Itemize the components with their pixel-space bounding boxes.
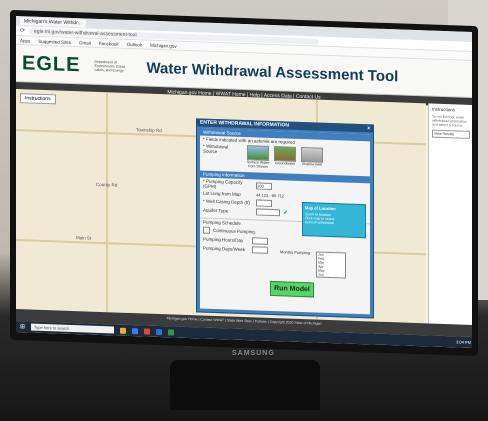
months-label: Months Pumping [280, 249, 311, 256]
edge-icon[interactable] [132, 327, 139, 334]
days-label: Pumping Days/Week [203, 245, 245, 253]
side-text: To run the tool, enter withdrawal inform… [432, 114, 467, 128]
bookmark-item[interactable]: Outlook [127, 41, 143, 47]
clock: 3:04 PM [456, 339, 471, 345]
pump-capacity-label: * Pumping Capacity (GPM) [203, 178, 243, 190]
side-title: Instructions [432, 106, 456, 113]
folder-icon[interactable] [120, 327, 127, 334]
taskbar-search[interactable]: Type here to search [31, 323, 115, 334]
monitor-stand [170, 360, 320, 410]
windows-start-icon[interactable]: ⊞ [20, 323, 25, 330]
choice-stream[interactable]: Surface Water from Stream [246, 145, 270, 169]
logo-subtitle: Department of Environment, Great Lakes, … [94, 59, 125, 73]
reload-icon[interactable]: ⟳ [20, 27, 25, 34]
chrome-icon[interactable] [144, 328, 151, 335]
well-icon [301, 146, 323, 163]
choice-well[interactable]: Shallow Well [300, 146, 324, 167]
choice-label: Groundwater [274, 161, 296, 166]
choice-label: Shallow Well [302, 162, 322, 167]
monitor: Michigan's Water Withdr... ⟳ egle.mi.gov… [10, 9, 478, 357]
info-title: Map of Location [305, 205, 336, 212]
map-label: Township Rd [136, 127, 162, 134]
bookmark-item[interactable]: Apps [20, 38, 30, 43]
bookmark-item[interactable]: Facebook [99, 40, 119, 46]
choice-label: Surface Water from Stream [246, 160, 270, 169]
continuous-label: Continuous Pumping [213, 227, 255, 235]
source-label: * Withdrawal Source [203, 143, 229, 155]
view-results-button[interactable]: View Results [432, 129, 470, 139]
well-depth-label: * Well Casing Depth (ft) [203, 198, 250, 206]
well-depth-input[interactable] [256, 199, 272, 207]
side-panel: Instructions To run the tool, enter with… [428, 103, 472, 325]
hours-label: Pumping Hours/Day [203, 236, 244, 243]
dialog-body: Withdrawal Source * Fields indicated wit… [200, 128, 370, 315]
bookmark-item[interactable]: Suggested Sites [38, 38, 71, 44]
aquifer-label: Aquifer Type [203, 207, 229, 214]
aquifer-select[interactable] [256, 208, 280, 217]
map-label: Main St [76, 235, 92, 241]
source-row: * Withdrawal Source Surface Water from S… [200, 142, 370, 173]
stream-icon [247, 145, 269, 161]
instructions-button[interactable]: Instructions [20, 93, 56, 105]
map-road [106, 92, 108, 313]
excel-icon[interactable] [168, 328, 175, 336]
latlon-value: 44.123, -85.712 [256, 192, 285, 199]
monitor-brand: SAMSUNG [232, 350, 275, 357]
map-location-box: Map of Location Zoom to location Click m… [302, 202, 366, 239]
months-list[interactable]: Jan Feb Mar Apr May Jun [316, 251, 346, 279]
checkmark-icon: ✔ [283, 210, 289, 217]
withdrawal-dialog: ENTER WITHDRAWAL INFORMATION x Withdrawa… [196, 118, 374, 319]
map-label: County Rd [96, 181, 118, 188]
choice-groundwater[interactable]: Groundwater [273, 146, 297, 166]
days-input[interactable] [252, 246, 268, 254]
screen: Michigan's Water Withdr... ⟳ egle.mi.gov… [16, 16, 472, 348]
hours-input[interactable] [252, 237, 268, 245]
outlook-icon[interactable] [156, 328, 163, 335]
list-item[interactable]: Jun [317, 273, 345, 278]
close-icon[interactable]: x [367, 125, 370, 132]
egle-logo[interactable]: EGLE [22, 52, 80, 77]
bookmark-item[interactable]: Gmail [79, 40, 91, 45]
run-model-button[interactable]: Run Model [270, 280, 314, 298]
continuous-checkbox[interactable] [203, 226, 210, 234]
pump-capacity-input[interactable]: 300 [256, 181, 272, 190]
page-title: Water Withdrawal Assessment Tool [146, 59, 399, 85]
bookmark-item[interactable]: Michigan.gov [150, 42, 177, 48]
groundwater-icon [274, 146, 296, 162]
